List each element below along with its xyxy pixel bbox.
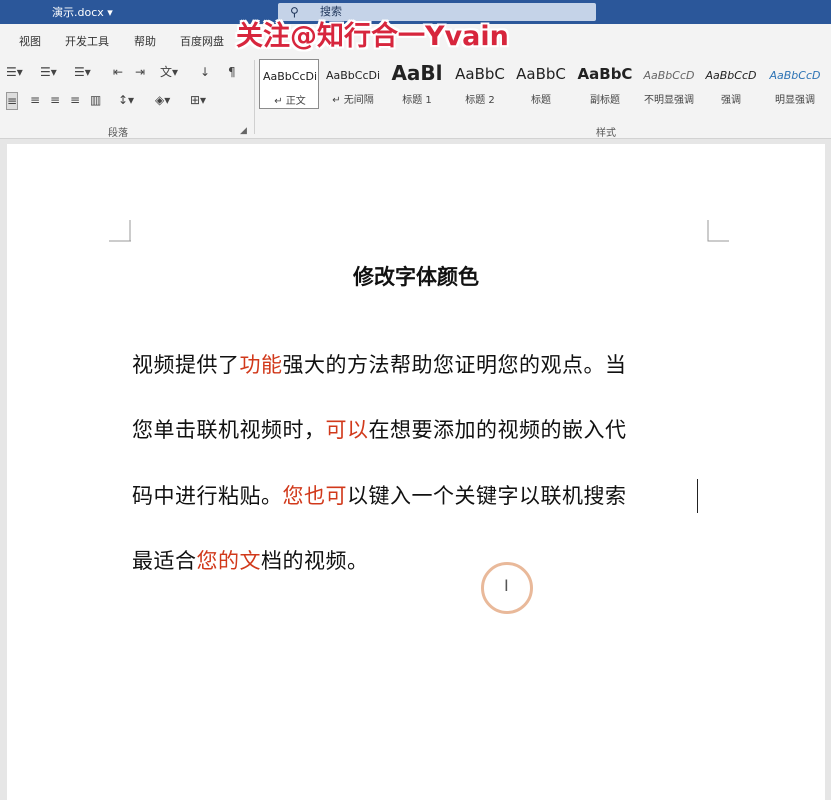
margin-corner-top-left (109, 220, 131, 242)
style-name: 强调 (721, 95, 741, 106)
justify-icon[interactable]: ≡ (70, 92, 80, 108)
style-name: 标题 1 (402, 95, 432, 106)
ibeam-cursor-icon: I (504, 576, 509, 595)
red-text-run: 可以 (325, 418, 369, 442)
text-caret (697, 479, 698, 513)
align-center-icon[interactable]: ≡ (30, 92, 40, 108)
decrease-indent-icon[interactable]: ⇤ (113, 64, 123, 80)
paragraph-line-1[interactable]: 视频提供了功能强大的方法帮助您证明您的观点。当 (132, 349, 627, 379)
style-name: ↵ 无间隔 (332, 95, 374, 106)
distributed-icon[interactable]: ▥ (90, 92, 101, 108)
style-name: ↵ 正文 (274, 96, 306, 107)
text-run: 强大的方法帮助您证明您的观点。当 (282, 353, 627, 377)
text-run: 最适合 (132, 549, 197, 573)
menu-developer[interactable]: 开发工具 (65, 33, 109, 49)
style-name: 标题 2 (465, 95, 495, 106)
show-marks-icon[interactable]: ¶ (228, 64, 236, 80)
text-run: 视频提供了 (132, 353, 240, 377)
multilevel-list-icon[interactable]: ☰▾ (74, 64, 91, 80)
style-heading-2[interactable]: AaBbC 标题 2 (450, 59, 510, 109)
text-run: 码中进行粘贴。 (132, 484, 283, 508)
text-run: 档的视频。 (261, 549, 369, 573)
document-page[interactable]: 修改字体颜色 视频提供了功能强大的方法帮助您证明您的观点。当 您单击联机视频时，… (7, 144, 825, 800)
increase-indent-icon[interactable]: ⇥ (135, 64, 145, 80)
style-intense-emphasis[interactable]: AaBbCcD 明显强调 (765, 59, 825, 109)
style-emphasis[interactable]: AaBbCcD 强调 (701, 59, 761, 109)
text-run: 您单击联机视频时， (132, 418, 326, 442)
align-left-icon[interactable]: ≡ (6, 92, 19, 110)
menu-view[interactable]: 视图 (19, 33, 41, 49)
asian-layout-icon[interactable]: 文▾ (160, 64, 178, 80)
style-sample: AaBbCcDi (325, 69, 381, 82)
text-run: 在想要添加的视频的嵌入代 (368, 418, 627, 442)
styles-group-label: 样式 (596, 128, 616, 139)
document-title[interactable]: 演示.docx ▾ (52, 4, 113, 20)
borders-icon[interactable]: ⊞▾ (190, 92, 206, 108)
paragraph-line-4[interactable]: 最适合您的文档的视频。 (132, 545, 369, 575)
watermark: 关注@知行合一Yvain (236, 21, 509, 52)
style-name: 标题 (531, 95, 551, 106)
style-subtitle[interactable]: AaBbC 副标题 (575, 59, 635, 109)
menu-help[interactable]: 帮助 (134, 33, 156, 49)
numbering-icon[interactable]: ☰▾ (40, 64, 57, 80)
document-heading[interactable]: 修改字体颜色 (7, 261, 825, 291)
style-sample: AaBbCcD (769, 69, 821, 82)
line-spacing-icon[interactable]: ↕▾ (118, 92, 134, 108)
text-run: 以键入一个关键字以联机搜索 (347, 484, 627, 508)
paragraph-line-3[interactable]: 码中进行粘贴。您也可以键入一个关键字以联机搜索 (132, 480, 627, 510)
margin-corner-top-right (707, 220, 729, 242)
style-sample: AaBbCcD (705, 69, 757, 82)
style-normal[interactable]: AaBbCcDi ↵ 正文 (259, 59, 319, 109)
menu-baidu-netdisk[interactable]: 百度网盘 (180, 33, 224, 49)
style-name: 不明显强调 (644, 95, 694, 106)
style-sample: AaBbC (516, 65, 566, 83)
red-text-run: 您的文 (196, 549, 261, 573)
style-name: 副标题 (590, 95, 620, 106)
sort-icon[interactable]: ↓ (200, 64, 210, 80)
paragraph-line-2[interactable]: 您单击联机视频时，可以在想要添加的视频的嵌入代 (132, 414, 627, 444)
style-sample: AaBbC (577, 65, 633, 83)
style-name: 明显强调 (775, 95, 815, 106)
bullets-icon[interactable]: ☰▾ (6, 64, 23, 80)
red-text-run: 功能 (239, 353, 283, 377)
style-sample: AaBbCcD (643, 69, 695, 82)
red-text-run: 您也可 (282, 484, 347, 508)
align-right-icon[interactable]: ≡ (50, 92, 60, 108)
style-sample: AaBbC (455, 65, 505, 83)
ribbon: ☰▾ ☰▾ ☰▾ ⇤ ⇥ 文▾ ↓ ¶ ≡ ≡ ≡ ≡ ▥ ↕▾ ◈▾ ⊞▾ 段… (0, 56, 831, 139)
style-heading-1[interactable]: AaBl 标题 1 (387, 59, 447, 109)
paragraph-group-label: 段落 (108, 128, 128, 139)
style-sample: AaBl (391, 61, 443, 85)
shading-icon[interactable]: ◈▾ (155, 92, 170, 108)
group-divider (254, 60, 255, 134)
style-title[interactable]: AaBbC 标题 (511, 59, 571, 109)
style-sample: AaBbCcDi (262, 70, 318, 83)
style-subtle-emphasis[interactable]: AaBbCcD 不明显强调 (639, 59, 699, 109)
style-no-spacing[interactable]: AaBbCcDi ↵ 无间隔 (323, 59, 383, 109)
dialog-launcher-icon[interactable]: ◢ (240, 126, 247, 136)
